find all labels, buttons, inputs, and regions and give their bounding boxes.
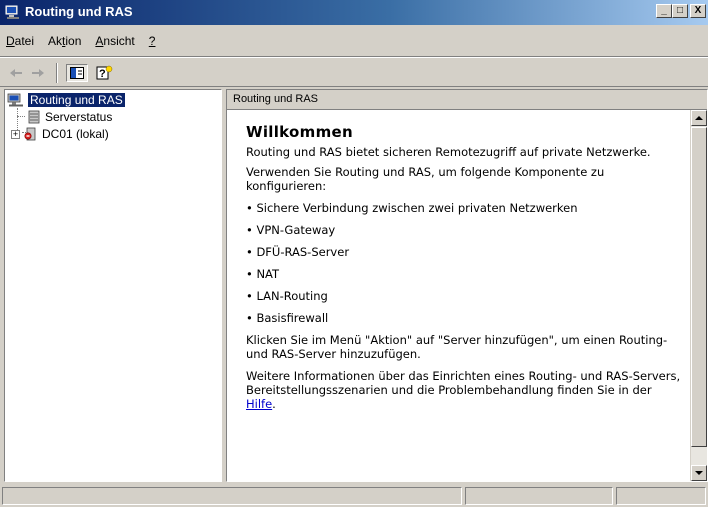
tree-item-label: Routing und RAS (28, 93, 125, 107)
bullet-item: • LAN-Routing (246, 289, 328, 303)
tree-item-label: DC01 (lokal) (42, 127, 109, 141)
help-icon[interactable]: ? (94, 64, 114, 82)
routing-ras-icon (7, 93, 25, 107)
forward-arrow-icon[interactable] (30, 64, 46, 82)
bullet-text: Basisfirewall (256, 311, 329, 325)
more-info-text: Weitere Informationen über das Einrichte… (246, 369, 681, 397)
more-info-suffix: . (272, 397, 276, 411)
svg-text:?: ? (99, 68, 106, 80)
bullet-text: LAN-Routing (256, 289, 328, 303)
back-arrow-icon[interactable] (8, 64, 24, 82)
show-hide-console-tree-icon[interactable] (66, 64, 88, 82)
mmc-window: Routing und RAS _ □ X Datei Aktion Ansic… (0, 0, 708, 507)
routing-ras-icon (5, 5, 21, 19)
scroll-down-button[interactable] (691, 465, 707, 481)
menu-ansicht-rest: nsicht (103, 33, 135, 48)
status-bar (0, 485, 708, 507)
bullet-text: VPN-Gateway (256, 223, 336, 237)
bullet-item: • DFÜ-RAS-Server (246, 245, 350, 259)
maximize-button[interactable]: □ (672, 4, 688, 18)
bullet-item: • VPN-Gateway (246, 223, 336, 237)
server-disabled-icon (23, 127, 39, 141)
configure-paragraph: Verwenden Sie Routing und RAS, um folgen… (246, 165, 605, 193)
tree-item-dc01[interactable]: + DC01 (lokal) (11, 126, 109, 142)
tree-item-label: Serverstatus (45, 110, 113, 124)
add-server-paragraph: Klicken Sie im Menü "Aktion" auf "Server… (246, 333, 668, 361)
menu-aktion-pre: Ak (48, 33, 63, 48)
welcome-content: Willkommen Routing und RAS bietet sicher… (227, 110, 689, 481)
bullet-text: NAT (256, 267, 280, 281)
tree-item-routing-und-ras[interactable]: Routing und RAS (7, 92, 125, 108)
bullet-item: • NAT (246, 267, 280, 281)
scrollbar-thumb[interactable] (691, 127, 707, 447)
window-title: Routing und RAS (25, 4, 133, 19)
detail-pane-header: Routing und RAS (227, 90, 707, 110)
intro-paragraph: Routing und RAS bietet sicheren Remotezu… (246, 145, 651, 159)
server-status-icon (26, 110, 42, 124)
bullet-text: Sichere Verbindung zwischen zwei private… (256, 201, 578, 215)
welcome-heading: Willkommen (246, 123, 353, 141)
menu-bar: Datei Aktion Ansicht ? (0, 25, 708, 57)
status-panel (465, 487, 613, 505)
bullet-item: • Basisfirewall (246, 311, 329, 325)
bullet-item: • Sichere Verbindung zwischen zwei priva… (246, 201, 578, 215)
menu-datei-rest: atei (14, 33, 35, 48)
tree-line (17, 116, 25, 117)
help-link[interactable]: Hilfe (246, 397, 272, 411)
menu-datei-accel: D (6, 33, 15, 48)
scroll-up-button[interactable] (691, 110, 707, 126)
minimize-button[interactable]: _ (656, 4, 672, 18)
close-button[interactable]: X (690, 4, 706, 18)
toolbar-separator (56, 63, 58, 83)
menu-datei[interactable]: Datei (6, 34, 34, 48)
menu-help-accel: ? (148, 33, 156, 48)
menu-aktion[interactable]: Aktion (48, 34, 81, 48)
expand-toggle[interactable]: + (11, 129, 20, 139)
detail-pane: Routing und RAS Willkommen Routing und R… (226, 89, 708, 482)
window-controls: _ □ X (656, 4, 706, 18)
menu-aktion-rest: ion (65, 33, 82, 48)
tree-item-serverstatus[interactable]: Serverstatus (26, 109, 112, 125)
vertical-scrollbar[interactable] (690, 110, 707, 481)
console-tree[interactable]: Routing und RAS Serverstatus + DC01 (lok… (4, 89, 222, 482)
welcome-text: Willkommen Routing und RAS bietet sicher… (246, 125, 684, 417)
title-bar[interactable]: Routing und RAS _ □ X (0, 0, 708, 25)
bullet-text: DFÜ-RAS-Server (256, 245, 350, 259)
toolbar: ? (0, 57, 708, 87)
status-panel (2, 487, 462, 505)
status-panel (616, 487, 706, 505)
menu-help[interactable]: ? (149, 34, 156, 48)
more-info-paragraph: Weitere Informationen über das Einrichte… (246, 369, 684, 411)
menu-ansicht[interactable]: Ansicht (95, 34, 134, 48)
